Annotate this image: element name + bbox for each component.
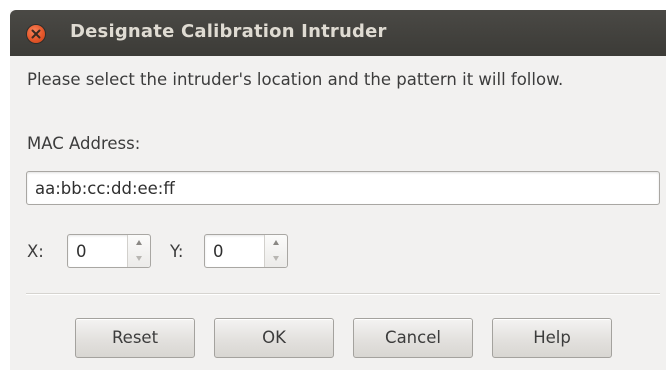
reset-button[interactable]: Reset <box>75 318 195 358</box>
separator <box>26 293 660 295</box>
close-icon <box>31 29 41 39</box>
chevron-down-icon <box>273 256 279 261</box>
y-increment-button[interactable] <box>265 235 287 251</box>
close-button[interactable] <box>27 25 45 43</box>
chevron-up-icon <box>273 240 279 245</box>
instruction-text: Please select the intruder's location an… <box>27 70 564 89</box>
mac-address-input[interactable] <box>26 171 660 205</box>
chevron-up-icon <box>136 240 142 245</box>
window-title: Designate Calibration Intruder <box>70 21 387 42</box>
y-label: Y: <box>170 242 184 261</box>
title-bar[interactable]: Designate Calibration Intruder <box>10 10 666 56</box>
x-value-input[interactable] <box>76 235 122 267</box>
help-button[interactable]: Help <box>492 318 612 358</box>
x-spinbox[interactable] <box>67 234 151 268</box>
y-spinbox[interactable] <box>204 234 288 268</box>
ok-button[interactable]: OK <box>214 318 334 358</box>
x-label: X: <box>27 242 44 261</box>
x-spin-arrows <box>127 235 150 267</box>
dialog-window: Designate Calibration Intruder Please se… <box>10 10 666 370</box>
cancel-button[interactable]: Cancel <box>353 318 473 358</box>
chevron-down-icon <box>136 256 142 261</box>
y-spin-arrows <box>264 235 287 267</box>
x-increment-button[interactable] <box>128 235 150 251</box>
y-decrement-button[interactable] <box>265 251 287 267</box>
y-value-input[interactable] <box>213 235 259 267</box>
x-decrement-button[interactable] <box>128 251 150 267</box>
mac-address-label: MAC Address: <box>27 134 141 153</box>
